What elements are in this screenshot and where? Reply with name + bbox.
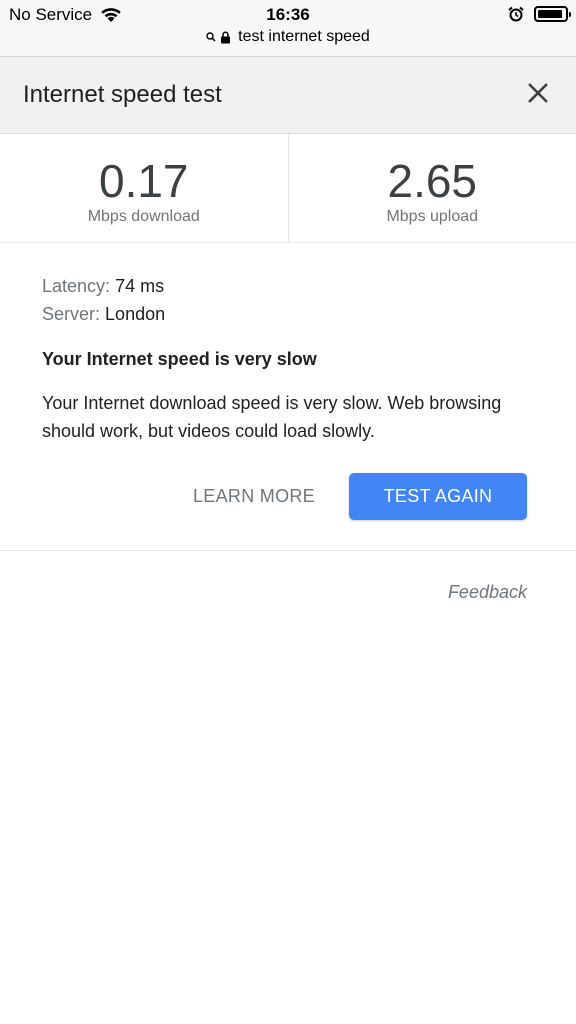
- status-right: [508, 6, 571, 22]
- alarm-icon: [508, 6, 524, 22]
- result-description: Your Internet download speed is very slo…: [42, 393, 502, 441]
- learn-more-button[interactable]: LEARN MORE: [193, 486, 315, 507]
- latency-label: Latency:: [42, 276, 111, 296]
- latency-row: Latency: 74 ms: [42, 272, 542, 300]
- server-label: Server:: [42, 304, 101, 324]
- clock: 16:36: [266, 5, 310, 24]
- status-bar: No Service 16:36 test internet speed: [0, 0, 576, 57]
- url-text: test internet speed: [238, 28, 370, 45]
- latency-value: 74 ms: [115, 276, 165, 296]
- server-row: Server: London: [42, 300, 542, 328]
- page-title: Internet speed test: [23, 81, 222, 108]
- address-bar[interactable]: test internet speed: [0, 28, 576, 46]
- upload-speed: 2.65 Mbps upload: [287, 134, 576, 242]
- server-value: London: [105, 304, 166, 324]
- download-speed: 0.17 Mbps download: [0, 134, 288, 242]
- download-value: 0.17: [98, 155, 189, 207]
- result-headline: Your Internet speed is very slow: [42, 349, 317, 369]
- lock-icon: [221, 31, 231, 43]
- divider: [0, 550, 576, 551]
- upload-value: 2.65: [387, 155, 478, 207]
- battery-icon: [534, 6, 571, 22]
- speed-results: 0.17 Mbps download 2.65 Mbps upload: [0, 134, 576, 243]
- action-buttons: LEARN MORE TEST AGAIN: [193, 473, 527, 520]
- test-again-button[interactable]: TEST AGAIN: [349, 473, 527, 520]
- result-details: Latency: 74 ms Server: London Your Inter…: [42, 272, 542, 445]
- feedback-link[interactable]: Feedback: [448, 582, 527, 603]
- close-icon[interactable]: [526, 81, 550, 105]
- upload-unit: Mbps upload: [386, 208, 479, 225]
- search-icon: [206, 32, 216, 42]
- card-header: Internet speed test: [0, 57, 576, 134]
- download-unit: Mbps download: [87, 208, 200, 225]
